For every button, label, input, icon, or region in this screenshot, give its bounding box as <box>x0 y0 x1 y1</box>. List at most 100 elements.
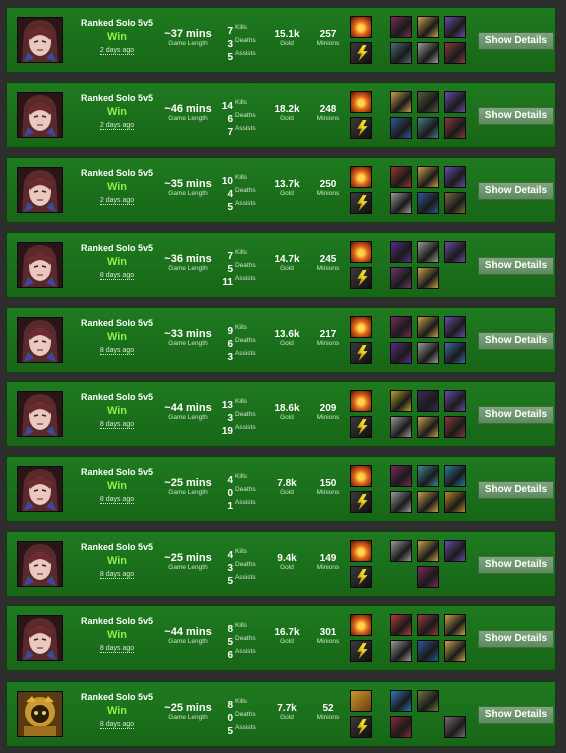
item-icon <box>444 540 466 562</box>
champion-portrait-icon <box>17 167 63 213</box>
show-details-button[interactable]: Show Details <box>478 481 554 499</box>
minions-label: Minions <box>316 265 340 272</box>
item-icon <box>444 16 466 38</box>
match-row: Ranked Solo 5v5 Win 2 days ago ~37 mins Game… <box>6 7 556 73</box>
item-icon <box>417 267 439 289</box>
minions-value: 250 <box>319 179 337 190</box>
match-row: Ranked Solo 5v5 Win 2 days ago ~46 mins Game… <box>6 82 556 148</box>
assists-label: Assists <box>235 648 256 655</box>
minions-label: Minions <box>316 489 340 496</box>
time-ago: 8 days ago <box>99 272 135 280</box>
show-details-button[interactable]: Show Details <box>478 32 554 50</box>
assists-stat: 3 Assists <box>203 347 273 363</box>
assists-label: Assists <box>235 424 256 431</box>
game-result: Win <box>106 256 128 268</box>
game-result: Win <box>106 705 128 717</box>
game-result: Win <box>106 480 128 492</box>
deaths-label: Deaths <box>235 337 256 344</box>
game-mode: Ranked Solo 5v5 <box>80 467 154 477</box>
ignite-icon <box>350 316 372 338</box>
show-details-button[interactable]: Show Details <box>478 257 554 275</box>
ignite-icon <box>350 540 372 562</box>
minions-label: Minions <box>316 40 340 47</box>
match-row: Ranked Solo 5v5 Win 8 days ago ~25 mins Game… <box>6 681 556 747</box>
minions-value: 245 <box>319 254 337 265</box>
flash-icon <box>350 690 372 712</box>
game-mode: Ranked Solo 5v5 <box>80 18 154 28</box>
time-ago: 2 days ago <box>99 197 135 205</box>
item-icon <box>444 465 466 487</box>
match-row: Ranked Solo 5v5 Win 8 days ago ~25 mins Game… <box>6 456 556 522</box>
minions-label: Minions <box>316 414 340 421</box>
show-details-button[interactable]: Show Details <box>478 107 554 125</box>
assists-value: 1 <box>227 501 233 512</box>
minions-value: 150 <box>319 478 337 489</box>
kills-label: Kills <box>235 548 247 555</box>
minions-value: 301 <box>319 627 337 638</box>
kills-label: Kills <box>235 99 247 106</box>
minions-label: Minions <box>316 190 340 197</box>
show-details-button[interactable]: Show Details <box>478 406 554 424</box>
assists-label: Assists <box>235 350 256 357</box>
item-icon <box>444 640 466 662</box>
assists-value: 5 <box>227 576 233 587</box>
item-icon <box>417 614 439 636</box>
show-details-button[interactable]: Show Details <box>478 182 554 200</box>
game-mode: Ranked Solo 5v5 <box>80 392 154 402</box>
item-icon <box>390 166 412 188</box>
deaths-label: Deaths <box>235 635 256 642</box>
item-icon <box>417 465 439 487</box>
game-mode: Ranked Solo 5v5 <box>80 692 154 702</box>
kills-label: Kills <box>235 249 247 256</box>
item-icon <box>390 540 412 562</box>
game-mode: Ranked Solo 5v5 <box>80 93 154 103</box>
time-ago: 8 days ago <box>99 347 135 355</box>
match-row: Ranked Solo 5v5 Win 8 days ago ~36 mins Game… <box>6 232 556 298</box>
ghost-bolt-icon <box>350 267 372 289</box>
item-icon <box>417 690 439 712</box>
deaths-label: Deaths <box>235 37 256 44</box>
assists-value: 11 <box>222 277 233 288</box>
deaths-label: Deaths <box>235 411 256 418</box>
item-icon <box>417 241 439 263</box>
ghost-bolt-icon <box>350 716 372 738</box>
item-icon <box>444 716 466 738</box>
game-mode: Ranked Solo 5v5 <box>80 318 154 328</box>
item-icon <box>444 342 466 364</box>
item-icon <box>417 192 439 214</box>
item-icon <box>444 166 466 188</box>
minions-value: 209 <box>319 403 337 414</box>
show-details-button[interactable]: Show Details <box>478 556 554 574</box>
assists-stat: 5 Assists <box>203 47 273 63</box>
show-details-button[interactable]: Show Details <box>478 706 554 724</box>
item-icon <box>417 166 439 188</box>
assists-value: 6 <box>227 650 233 661</box>
ghost-bolt-icon <box>350 192 372 214</box>
assists-value: 5 <box>227 52 233 63</box>
show-details-button[interactable]: Show Details <box>478 630 554 648</box>
item-icon <box>417 491 439 513</box>
ignite-icon <box>350 166 372 188</box>
minions-label: Minions <box>316 714 340 721</box>
item-icon <box>444 42 466 64</box>
minions-label: Minions <box>316 340 340 347</box>
assists-label: Assists <box>235 724 256 731</box>
item-icon <box>390 117 412 139</box>
ignite-icon <box>350 91 372 113</box>
item-icon <box>444 614 466 636</box>
time-ago: 8 days ago <box>99 421 135 429</box>
ghost-bolt-icon <box>350 342 372 364</box>
minions-label: Minions <box>316 638 340 645</box>
item-icon <box>417 117 439 139</box>
item-icon <box>390 192 412 214</box>
kills-label: Kills <box>235 622 247 629</box>
deaths-label: Deaths <box>235 187 256 194</box>
item-icon <box>417 540 439 562</box>
game-result: Win <box>106 555 128 567</box>
game-mode: Ranked Solo 5v5 <box>80 243 154 253</box>
item-icon <box>390 491 412 513</box>
item-icon <box>390 267 412 289</box>
game-mode: Ranked Solo 5v5 <box>80 616 154 626</box>
show-details-button[interactable]: Show Details <box>478 332 554 350</box>
ghost-bolt-icon <box>350 491 372 513</box>
